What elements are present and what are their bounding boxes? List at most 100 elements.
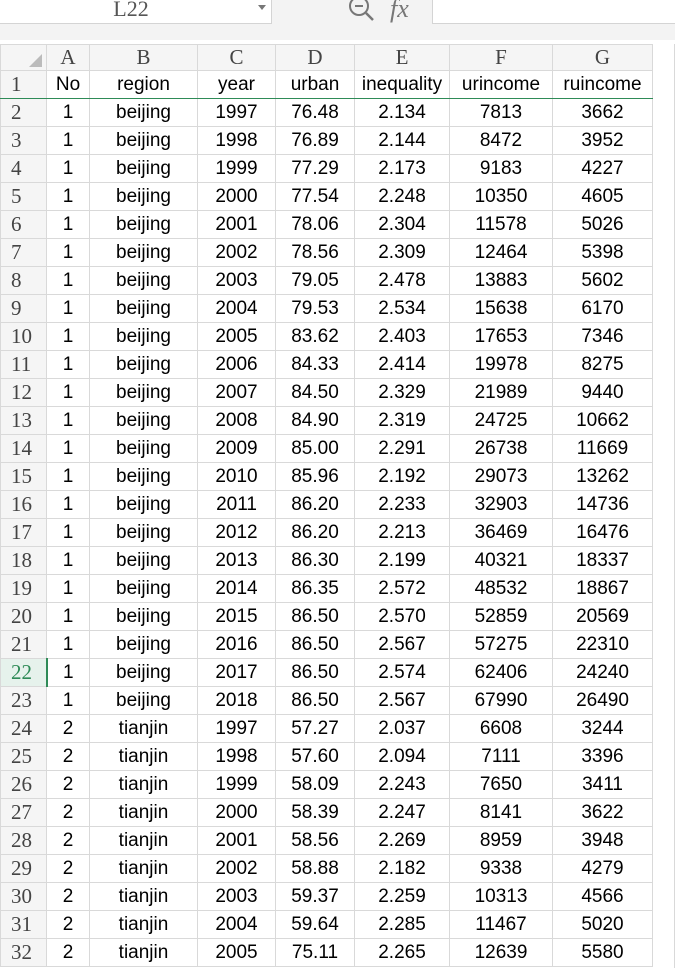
cell-e14[interactable]: 2.291: [354, 434, 450, 463]
cell-d29[interactable]: 58.88: [275, 854, 355, 883]
row-header-3[interactable]: 3: [0, 126, 47, 155]
cell-b20[interactable]: beijing: [89, 602, 198, 631]
cell-a22[interactable]: 1: [46, 658, 90, 687]
cell-b15[interactable]: beijing: [89, 462, 198, 491]
cell-a16[interactable]: 1: [46, 490, 90, 519]
zoom-icon[interactable]: [346, 0, 378, 22]
column-header-a[interactable]: A: [46, 44, 90, 71]
cell-c2[interactable]: 1997: [197, 98, 276, 127]
cell-a10[interactable]: 1: [46, 322, 90, 351]
cell-g27[interactable]: 3622: [552, 798, 653, 827]
cell-b29[interactable]: tianjin: [89, 854, 198, 883]
cell-f2[interactable]: 7813: [449, 98, 553, 127]
name-box-dropdown-icon[interactable]: [258, 5, 266, 10]
cell-b21[interactable]: beijing: [89, 630, 198, 659]
cell-e13[interactable]: 2.319: [354, 406, 450, 435]
cell-d6[interactable]: 78.06: [275, 210, 355, 239]
cell-e26[interactable]: 2.243: [354, 770, 450, 799]
cell-g18[interactable]: 18337: [552, 546, 653, 575]
cell-c3[interactable]: 1998: [197, 126, 276, 155]
row-header-14[interactable]: 14: [0, 434, 47, 463]
row-header-15[interactable]: 15: [0, 462, 47, 491]
row-header-1[interactable]: 1: [0, 70, 47, 99]
cell-b2[interactable]: beijing: [89, 98, 198, 127]
cell-d1[interactable]: urban: [275, 70, 355, 99]
cell-a17[interactable]: 1: [46, 518, 90, 547]
cell-c12[interactable]: 2007: [197, 378, 276, 407]
cell-a3[interactable]: 1: [46, 126, 90, 155]
column-header-c[interactable]: C: [197, 44, 276, 71]
row-header-2[interactable]: 2: [0, 98, 47, 127]
cell-d25[interactable]: 57.60: [275, 742, 355, 771]
cell-a4[interactable]: 1: [46, 154, 90, 183]
cell-f21[interactable]: 57275: [449, 630, 553, 659]
cell-d12[interactable]: 84.50: [275, 378, 355, 407]
cell-g25[interactable]: 3396: [552, 742, 653, 771]
row-header-19[interactable]: 19: [0, 574, 47, 603]
cell-f19[interactable]: 48532: [449, 574, 553, 603]
cell-f4[interactable]: 9183: [449, 154, 553, 183]
cell-a30[interactable]: 2: [46, 882, 90, 911]
cell-c8[interactable]: 2003: [197, 266, 276, 295]
row-header-24[interactable]: 24: [0, 714, 47, 743]
cell-f18[interactable]: 40321: [449, 546, 553, 575]
row-header-10[interactable]: 10: [0, 322, 47, 351]
cell-b23[interactable]: beijing: [89, 686, 198, 715]
cell-f16[interactable]: 32903: [449, 490, 553, 519]
cell-e5[interactable]: 2.248: [354, 182, 450, 211]
row-header-8[interactable]: 8: [0, 266, 47, 295]
cell-f1[interactable]: urincome: [449, 70, 553, 99]
cell-f20[interactable]: 52859: [449, 602, 553, 631]
row-header-9[interactable]: 9: [0, 294, 47, 323]
row-header-32[interactable]: 32: [0, 938, 47, 967]
row-header-5[interactable]: 5: [0, 182, 47, 211]
cell-c10[interactable]: 2005: [197, 322, 276, 351]
cell-b17[interactable]: beijing: [89, 518, 198, 547]
cell-c18[interactable]: 2013: [197, 546, 276, 575]
cell-d28[interactable]: 58.56: [275, 826, 355, 855]
cell-a25[interactable]: 2: [46, 742, 90, 771]
cell-g17[interactable]: 16476: [552, 518, 653, 547]
cell-a26[interactable]: 2: [46, 770, 90, 799]
cell-a9[interactable]: 1: [46, 294, 90, 323]
cell-a5[interactable]: 1: [46, 182, 90, 211]
cell-g11[interactable]: 8275: [552, 350, 653, 379]
cell-c1[interactable]: year: [197, 70, 276, 99]
cell-b31[interactable]: tianjin: [89, 910, 198, 939]
cell-c25[interactable]: 1998: [197, 742, 276, 771]
cell-d19[interactable]: 86.35: [275, 574, 355, 603]
cell-g19[interactable]: 18867: [552, 574, 653, 603]
row-header-21[interactable]: 21: [0, 630, 47, 659]
row-header-18[interactable]: 18: [0, 546, 47, 575]
cell-b1[interactable]: region: [89, 70, 198, 99]
cell-c27[interactable]: 2000: [197, 798, 276, 827]
cell-a24[interactable]: 2: [46, 714, 90, 743]
cell-e11[interactable]: 2.414: [354, 350, 450, 379]
cell-f7[interactable]: 12464: [449, 238, 553, 267]
cell-c7[interactable]: 2002: [197, 238, 276, 267]
cell-e12[interactable]: 2.329: [354, 378, 450, 407]
cell-e4[interactable]: 2.173: [354, 154, 450, 183]
cell-a20[interactable]: 1: [46, 602, 90, 631]
cell-d8[interactable]: 79.05: [275, 266, 355, 295]
cell-d18[interactable]: 86.30: [275, 546, 355, 575]
row-header-27[interactable]: 27: [0, 798, 47, 827]
cell-f32[interactable]: 12639: [449, 938, 553, 967]
row-header-26[interactable]: 26: [0, 770, 47, 799]
cell-d7[interactable]: 78.56: [275, 238, 355, 267]
cell-b16[interactable]: beijing: [89, 490, 198, 519]
cell-a29[interactable]: 2: [46, 854, 90, 883]
cell-g13[interactable]: 10662: [552, 406, 653, 435]
cell-a32[interactable]: 2: [46, 938, 90, 967]
cell-b12[interactable]: beijing: [89, 378, 198, 407]
cell-b11[interactable]: beijing: [89, 350, 198, 379]
cell-g6[interactable]: 5026: [552, 210, 653, 239]
cell-f17[interactable]: 36469: [449, 518, 553, 547]
row-header-16[interactable]: 16: [0, 490, 47, 519]
cell-g31[interactable]: 5020: [552, 910, 653, 939]
cell-g16[interactable]: 14736: [552, 490, 653, 519]
cell-a15[interactable]: 1: [46, 462, 90, 491]
cell-d5[interactable]: 77.54: [275, 182, 355, 211]
cell-d9[interactable]: 79.53: [275, 294, 355, 323]
row-header-6[interactable]: 6: [0, 210, 47, 239]
